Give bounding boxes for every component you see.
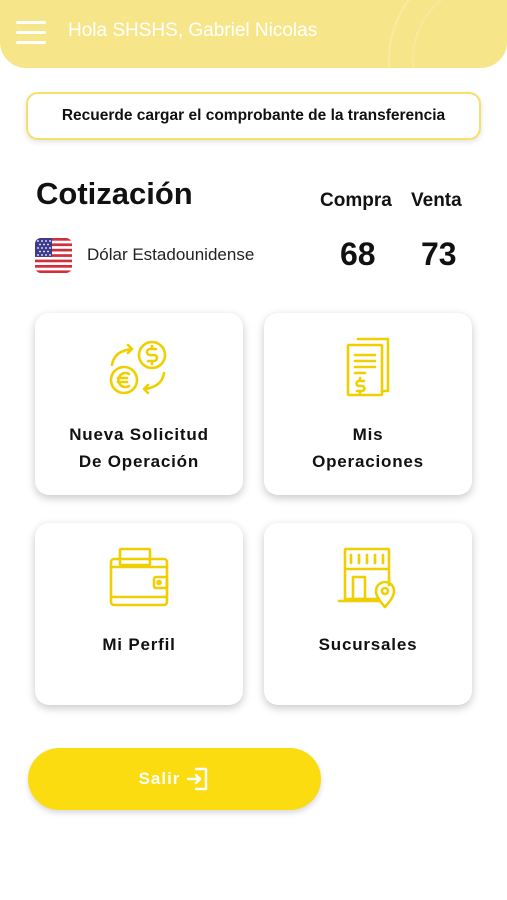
my-profile-label: Mi Perfil bbox=[102, 635, 176, 654]
new-request-label: Nueva Solicitud De Operación bbox=[35, 421, 243, 475]
quote-title: Cotización bbox=[36, 176, 193, 211]
exit-button[interactable]: Salir bbox=[28, 748, 321, 810]
new-request-label-line2: De Operación bbox=[78, 452, 200, 471]
sell-column-header: Venta bbox=[411, 190, 462, 211]
my-operations-label-line1: Mis bbox=[352, 425, 384, 444]
new-request-label-line1: Nueva Solicitud bbox=[69, 425, 209, 444]
exit-label: Salir bbox=[138, 769, 181, 788]
store-location-icon bbox=[264, 545, 472, 611]
app-header: Hola SHSHS, Gabriel Nicolas bbox=[0, 0, 507, 68]
hamburger-menu-icon[interactable] bbox=[16, 21, 46, 45]
document-money-icon bbox=[264, 335, 472, 401]
transfer-notice: Recuerde cargar el comprobante de la tra… bbox=[26, 92, 481, 140]
branches-card[interactable]: Sucursales bbox=[264, 523, 472, 705]
buy-column-header: Compra bbox=[320, 190, 392, 211]
buy-rate: 68 bbox=[340, 236, 376, 272]
currency-exchange-icon bbox=[35, 335, 243, 401]
my-operations-card[interactable]: Mis Operaciones bbox=[264, 313, 472, 495]
new-request-card[interactable]: Nueva Solicitud De Operación bbox=[35, 313, 243, 495]
wallet-icon bbox=[35, 545, 243, 611]
my-operations-label-line2: Operaciones bbox=[312, 452, 424, 471]
logout-icon bbox=[186, 766, 210, 792]
branches-label: Sucursales bbox=[318, 635, 418, 654]
currency-name: Dólar Estadounidense bbox=[87, 245, 255, 264]
us-flag-icon bbox=[35, 238, 72, 273]
my-profile-card[interactable]: Mi Perfil bbox=[35, 523, 243, 705]
my-operations-label: Mis Operaciones bbox=[264, 421, 472, 475]
greeting-text: Hola SHSHS, Gabriel Nicolas bbox=[68, 20, 318, 41]
sell-rate: 73 bbox=[421, 236, 457, 272]
